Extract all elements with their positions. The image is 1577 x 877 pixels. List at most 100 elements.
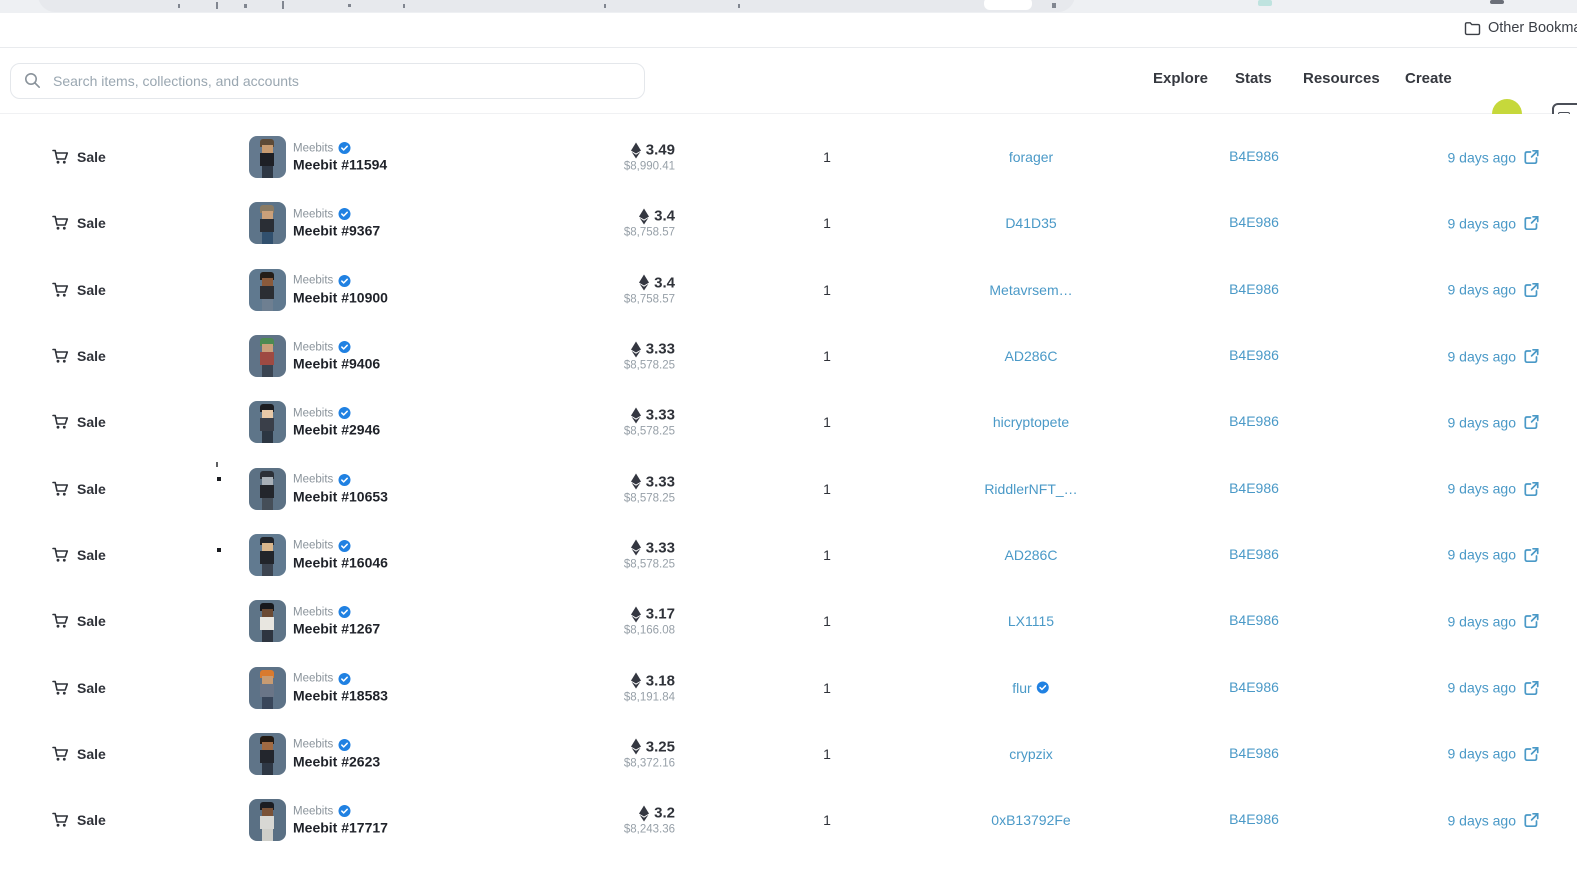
quantity-value: 1 xyxy=(823,414,831,430)
buyer-link[interactable]: forager xyxy=(1009,149,1053,165)
collection-link[interactable]: Meebits xyxy=(293,142,333,154)
buyer-cell: D41D35 xyxy=(1005,215,1056,231)
transaction-time-link[interactable]: 9 days ago xyxy=(1448,480,1541,497)
buyer-link[interactable]: LX1115 xyxy=(1008,613,1054,629)
buyer-link[interactable]: D41D35 xyxy=(1005,215,1056,231)
buyer-link[interactable]: RiddlerNFT_… xyxy=(984,481,1077,497)
item-cell: Meebits Meebit #9367 xyxy=(293,208,380,239)
seller-link[interactable]: B4E986 xyxy=(1229,347,1279,363)
render-artifact-dot xyxy=(217,548,221,552)
transaction-time-link[interactable]: 9 days ago xyxy=(1448,812,1541,829)
seller-link[interactable]: B4E986 xyxy=(1229,480,1279,496)
table-row: Sale Meebits Meebit #10900 xyxy=(0,257,1577,323)
event-cell: Sale xyxy=(52,215,106,231)
buyer-link[interactable]: 0xB13792Fe xyxy=(991,812,1070,828)
item-thumbnail[interactable] xyxy=(249,534,286,576)
item-thumbnail[interactable] xyxy=(249,335,286,377)
item-thumbnail[interactable] xyxy=(249,136,286,178)
transaction-time-link[interactable]: 9 days ago xyxy=(1448,215,1541,232)
collection-link[interactable]: Meebits xyxy=(293,341,333,353)
event-cell: Sale xyxy=(52,149,106,165)
item-thumbnail[interactable] xyxy=(249,269,286,311)
eth-icon xyxy=(631,474,641,490)
collection-link[interactable]: Meebits xyxy=(293,407,333,419)
item-link[interactable]: Meebit #16046 xyxy=(293,554,388,570)
buyer-link[interactable]: AD286C xyxy=(1005,547,1058,563)
item-link[interactable]: Meebit #2623 xyxy=(293,753,380,769)
item-link[interactable]: Meebit #1267 xyxy=(293,621,380,637)
eth-icon xyxy=(639,275,649,291)
nav-stats[interactable]: Stats xyxy=(1235,70,1272,87)
item-thumbnail[interactable] xyxy=(249,600,286,642)
price-cell: 3.33 $8,578.25 xyxy=(624,473,675,504)
browser-address-bar[interactable] xyxy=(38,0,1075,12)
item-link[interactable]: Meebit #10900 xyxy=(293,289,388,305)
item-link[interactable]: Meebit #9406 xyxy=(293,356,380,372)
price-cell: 3.18 $8,191.84 xyxy=(624,672,675,703)
transaction-time-link[interactable]: 9 days ago xyxy=(1448,348,1541,365)
item-link[interactable]: Meebit #17717 xyxy=(293,820,388,836)
item-thumbnail[interactable] xyxy=(249,202,286,244)
seller-link[interactable]: B4E986 xyxy=(1229,679,1279,695)
price-eth-value: 3.33 xyxy=(646,407,675,424)
seller-link[interactable]: B4E986 xyxy=(1229,546,1279,562)
price-usd-value: $8,578.25 xyxy=(624,492,675,504)
seller-link[interactable]: B4E986 xyxy=(1229,413,1279,429)
collection-link[interactable]: Meebits xyxy=(293,673,333,685)
event-type-label: Sale xyxy=(77,149,106,165)
browser-extension-icon[interactable] xyxy=(1258,0,1272,6)
transaction-time-link[interactable]: 9 days ago xyxy=(1448,546,1541,563)
buyer-link[interactable]: crypzix xyxy=(1009,746,1053,762)
transaction-time-link[interactable]: 9 days ago xyxy=(1448,745,1541,762)
buyer-link[interactable]: hicryptopete xyxy=(993,414,1069,430)
price-cell: 3.33 $8,578.25 xyxy=(624,539,675,570)
item-thumbnail[interactable] xyxy=(249,667,286,709)
price-eth-value: 3.18 xyxy=(646,672,675,689)
external-link-icon xyxy=(1523,613,1540,630)
nav-create[interactable]: Create xyxy=(1405,70,1452,87)
event-cell: Sale xyxy=(52,680,106,696)
cart-icon xyxy=(52,414,69,430)
table-row: Sale Meebits Meebit #18583 xyxy=(0,654,1577,720)
seller-link[interactable]: B4E986 xyxy=(1229,612,1279,628)
seller-link[interactable]: B4E986 xyxy=(1229,745,1279,761)
buyer-link[interactable]: Metavrsem… xyxy=(989,282,1072,298)
price-usd-value: $8,758.57 xyxy=(624,293,675,305)
item-link[interactable]: Meebit #9367 xyxy=(293,223,380,239)
search-input[interactable] xyxy=(10,63,645,99)
nav-explore[interactable]: Explore xyxy=(1153,70,1208,87)
collection-link[interactable]: Meebits xyxy=(293,739,333,751)
transaction-time-link[interactable]: 9 days ago xyxy=(1448,613,1541,630)
collection-link[interactable]: Meebits xyxy=(293,208,333,220)
seller-link[interactable]: B4E986 xyxy=(1229,148,1279,164)
item-link[interactable]: Meebit #18583 xyxy=(293,687,388,703)
quantity-value: 1 xyxy=(823,547,831,563)
browser-zoom-indicator[interactable] xyxy=(984,0,1032,10)
item-link[interactable]: Meebit #11594 xyxy=(293,157,387,173)
collection-link[interactable]: Meebits xyxy=(293,474,333,486)
item-thumbnail[interactable] xyxy=(249,468,286,510)
item-thumbnail[interactable] xyxy=(249,401,286,443)
seller-link[interactable]: B4E986 xyxy=(1229,214,1279,230)
item-thumbnail[interactable] xyxy=(249,799,286,841)
collection-link[interactable]: Meebits xyxy=(293,275,333,287)
seller-link[interactable]: B4E986 xyxy=(1229,811,1279,827)
item-link[interactable]: Meebit #10653 xyxy=(293,488,388,504)
collection-link[interactable]: Meebits xyxy=(293,805,333,817)
collection-link[interactable]: Meebits xyxy=(293,540,333,552)
transaction-time-link[interactable]: 9 days ago xyxy=(1448,281,1541,298)
buyer-link[interactable]: flur xyxy=(1012,680,1031,696)
browser-menu-icon[interactable] xyxy=(1490,0,1504,4)
transaction-time-link[interactable]: 9 days ago xyxy=(1448,414,1541,431)
other-bookmarks-button[interactable]: Other Bookmarks xyxy=(1464,20,1577,36)
transaction-time-link[interactable]: 9 days ago xyxy=(1448,679,1541,696)
buyer-link[interactable]: AD286C xyxy=(1005,348,1058,364)
nav-resources[interactable]: Resources xyxy=(1303,70,1380,87)
verified-badge-icon xyxy=(338,341,351,354)
item-link[interactable]: Meebit #2946 xyxy=(293,422,380,438)
transaction-time-link[interactable]: 9 days ago xyxy=(1448,149,1541,166)
seller-link[interactable]: B4E986 xyxy=(1229,281,1279,297)
cart-icon xyxy=(52,613,69,629)
item-thumbnail[interactable] xyxy=(249,733,286,775)
collection-link[interactable]: Meebits xyxy=(293,606,333,618)
